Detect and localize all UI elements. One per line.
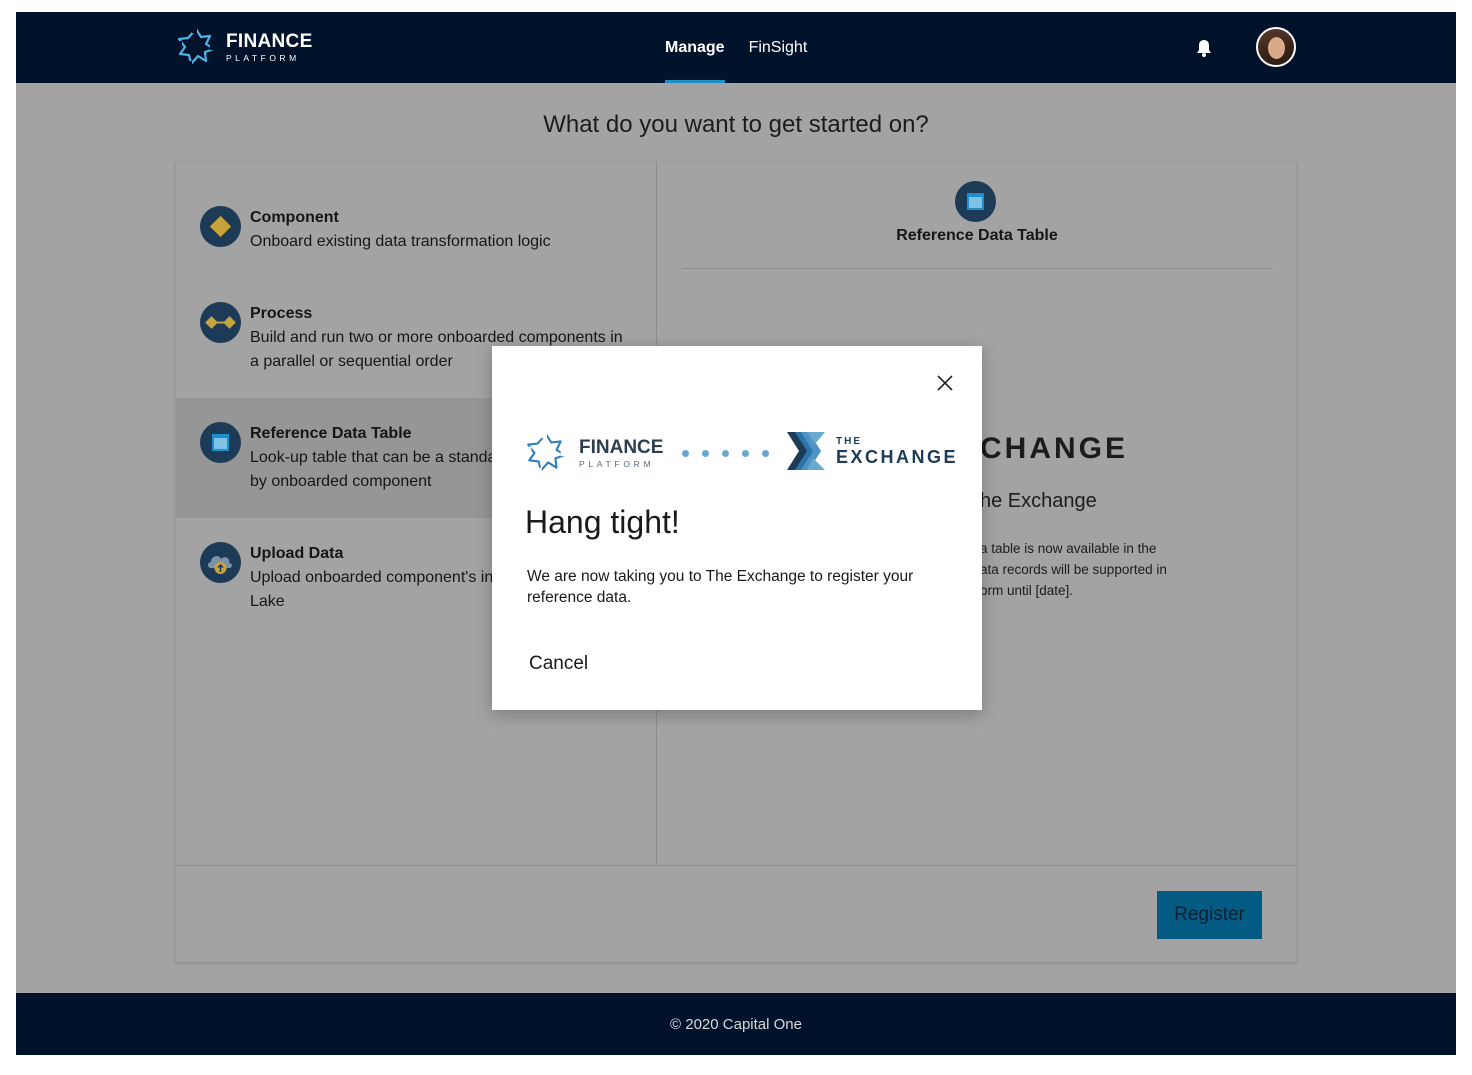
logo-title: FINANCE xyxy=(226,30,313,52)
modal-logo-subtitle: PLATFORM xyxy=(579,458,655,469)
option-description: Onboard existing data transformation log… xyxy=(250,233,551,250)
option-title: Process xyxy=(250,305,313,322)
exchange-logo: THE EXCHANGE xyxy=(787,432,958,470)
copyright-text: © 2020 Capital One xyxy=(670,1016,802,1033)
bell-icon[interactable] xyxy=(1194,38,1214,63)
cloud-upload-icon xyxy=(200,542,241,583)
detail-subtitle: he Exchange xyxy=(980,490,1097,512)
table-icon xyxy=(200,422,241,463)
detail-divider xyxy=(682,268,1273,269)
exchange-logo-name: EXCHANGE xyxy=(836,446,959,467)
connector-dots xyxy=(682,450,782,457)
close-icon[interactable] xyxy=(932,370,958,396)
avatar-face xyxy=(1268,37,1285,59)
detail-desc-line: ata records will be supported in xyxy=(980,562,1167,577)
cancel-button[interactable]: Cancel xyxy=(529,653,588,675)
exchange-brand-text: CHANGE xyxy=(980,432,1129,465)
modal-logos: FINANCE PLATFORM THE EXCHANGE xyxy=(525,430,956,476)
finance-platform-logo-mark xyxy=(176,27,216,67)
detail-title: Reference Data Table xyxy=(896,227,1058,244)
modal-body: We are now taking you to The Exchange to… xyxy=(527,568,914,606)
page-title: What do you want to get started on? xyxy=(543,111,929,138)
process-icon xyxy=(200,302,241,343)
modal-logo-title: FINANCE xyxy=(579,436,664,458)
finance-platform-logo: FINANCE PLATFORM xyxy=(525,432,663,474)
logo-subtitle: PLATFORM xyxy=(226,52,300,63)
exchange-logo-the: THE xyxy=(836,435,862,447)
detail-desc-line: a table is now available in the xyxy=(980,541,1157,556)
option-component[interactable]: Component Onboard existing data transfor… xyxy=(176,162,657,280)
modal-title: Hang tight! xyxy=(525,504,680,540)
table-icon xyxy=(955,181,996,222)
finance-platform-logo[interactable]: FINANCE PLATFORM xyxy=(176,27,313,67)
nav-tab-manage[interactable]: Manage xyxy=(665,12,725,83)
page-footer: © 2020 Capital One xyxy=(16,993,1456,1055)
detail-description: a table is now available in the ata reco… xyxy=(980,538,1230,601)
top-nav-bar: FINANCE PLATFORM Manage FinSight xyxy=(16,12,1456,83)
redirect-modal: FINANCE PLATFORM THE EXCHANGE Hang tight… xyxy=(492,346,982,710)
user-avatar[interactable] xyxy=(1256,27,1296,67)
register-button[interactable]: Register xyxy=(1157,891,1262,939)
card-footer: Register xyxy=(176,865,1296,962)
option-title: Component xyxy=(250,209,339,226)
exchange-logo-mark xyxy=(787,432,825,470)
app-frame: FINANCE PLATFORM Manage FinSight What do… xyxy=(16,12,1456,1055)
nav-tab-finsight[interactable]: FinSight xyxy=(749,12,808,83)
main-nav: Manage FinSight xyxy=(665,12,831,83)
finance-platform-logo-mark xyxy=(525,432,567,474)
detail-desc-line: orm until [date]. xyxy=(980,583,1074,598)
diamond-icon xyxy=(200,206,241,247)
